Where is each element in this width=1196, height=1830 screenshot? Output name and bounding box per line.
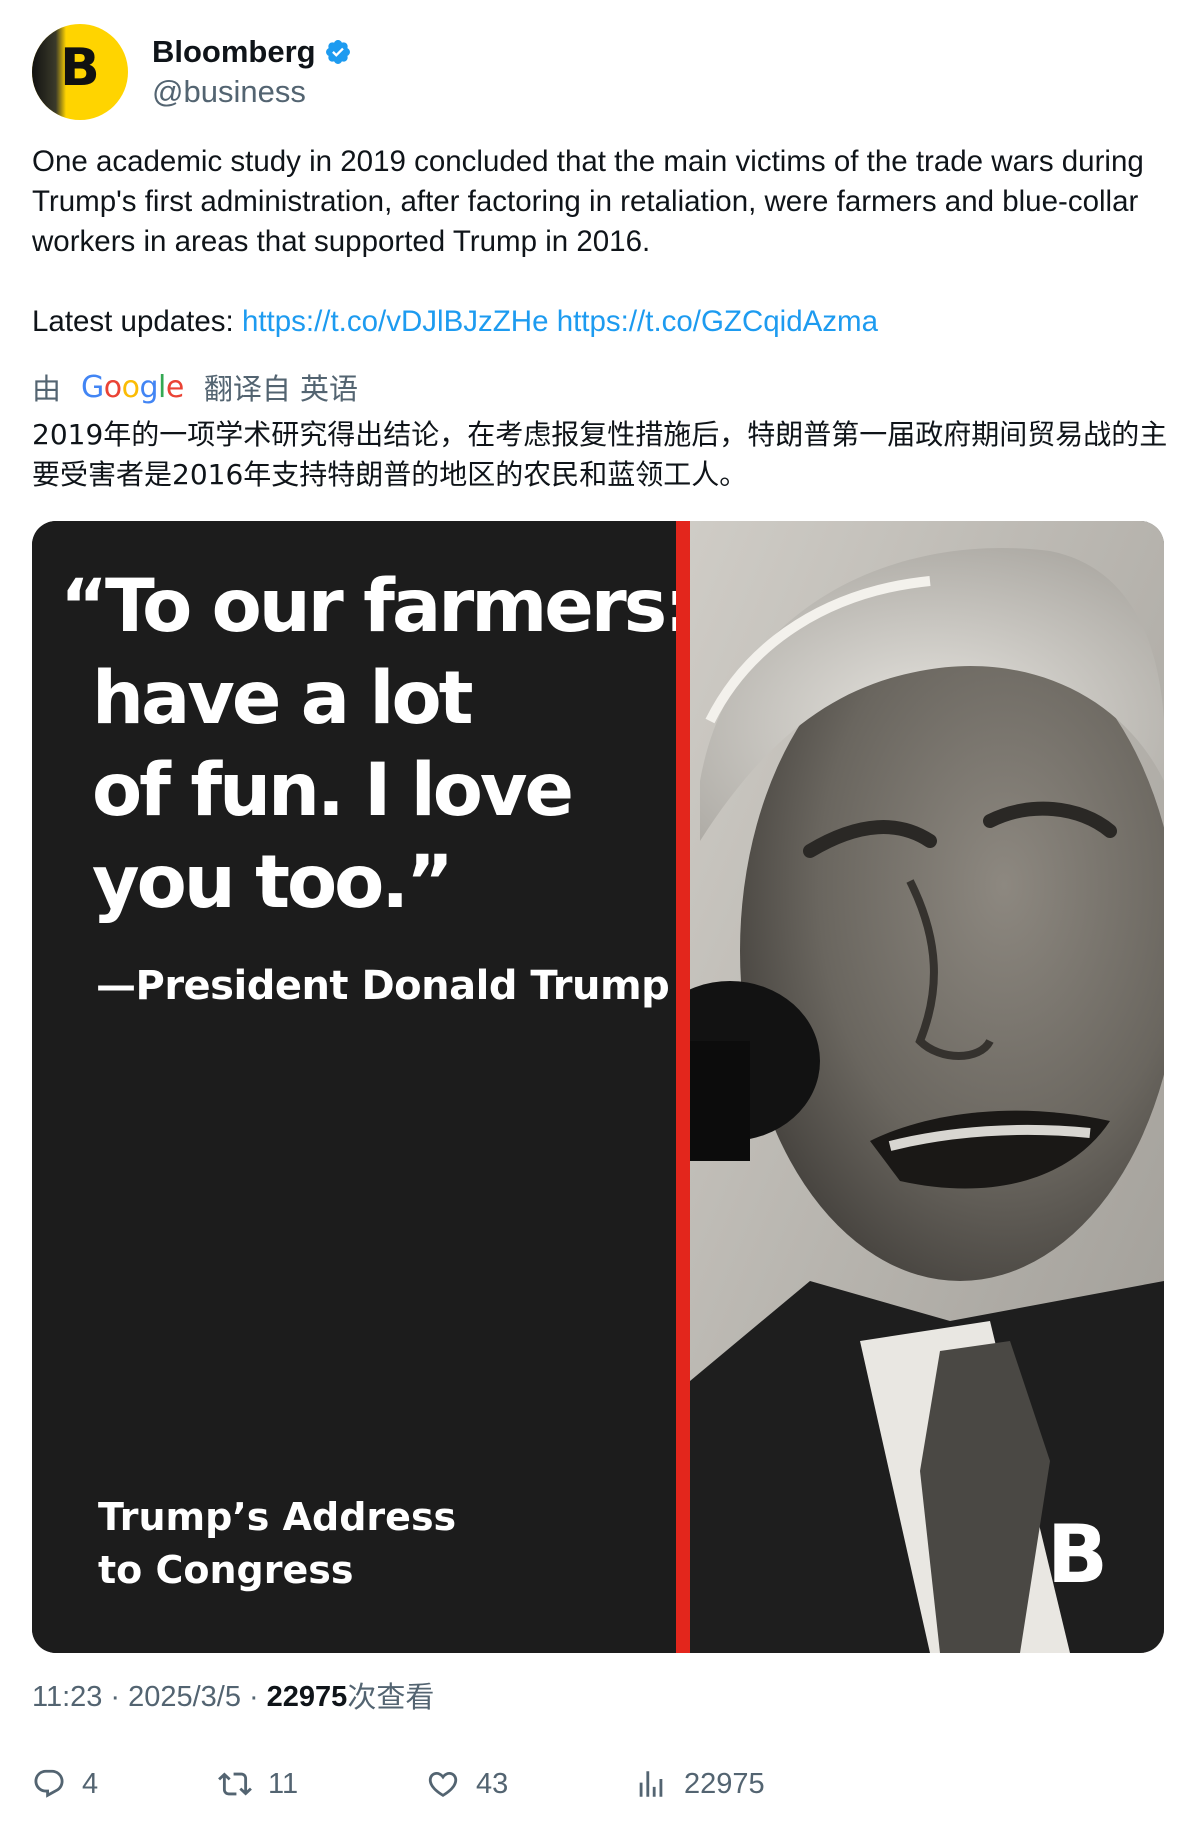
speaker-portrait-illustration [690, 521, 1164, 1653]
avatar[interactable]: B [32, 24, 128, 120]
speaker-photo: B [690, 521, 1164, 1653]
retweet-button[interactable]: 11 [218, 1762, 298, 1806]
event-caption: Trump’s Address to Congress [98, 1491, 456, 1597]
tweet-meta: 11:23 · 2025/3/5 · 22975 次查看 [32, 1677, 434, 1717]
tweet-media-image[interactable]: “To our farmers: have a lot of fun. I lo… [32, 521, 1164, 1653]
tweet-header: B Bloomberg @business [32, 24, 352, 120]
retweet-count: 11 [268, 1767, 299, 1800]
quote-line: you too.” [92, 840, 454, 925]
like-button[interactable]: 43 [426, 1762, 508, 1806]
translated-prefix: 由 [32, 372, 62, 406]
quote-line: of fun. I love [92, 748, 574, 833]
author-info: Bloomberg @business [152, 32, 352, 112]
accent-divider [676, 521, 690, 1653]
separator-dot: · [110, 1681, 121, 1713]
tweet-body: One academic study in 2019 concluded tha… [32, 145, 1144, 258]
reply-button[interactable]: 4 [32, 1762, 98, 1806]
quote-line: “To our farmers: [60, 564, 693, 649]
tweet-link-1[interactable]: https://t.co/vDJlBJzZHe [242, 305, 549, 338]
separator-dot: · [248, 1681, 259, 1713]
tweet-links-line: Latest updates: https://t.co/vDJlBJzZHe … [32, 302, 1172, 342]
reply-icon [34, 1769, 64, 1798]
like-icon [428, 1771, 458, 1797]
event-caption-line: to Congress [98, 1548, 354, 1592]
quote-attribution: —President Donald Trump [96, 963, 670, 1009]
author-handle[interactable]: @business [152, 72, 352, 112]
author-name[interactable]: Bloomberg [152, 32, 316, 72]
views-count: 22975 [684, 1767, 765, 1800]
action-bar: 4 11 43 22975 [32, 1762, 1172, 1806]
view-count: 22975 [266, 1681, 348, 1713]
tweet-link-2[interactable]: https://t.co/GZCqidAzma [557, 305, 878, 338]
retweet-icon [218, 1772, 252, 1796]
translated-by-row[interactable]: 由 Google 翻译自 英语 [32, 366, 358, 408]
translation-text: 2019年的一项学术研究得出结论，在考虑报复性措施后，特朗普第一届政府期间贸易战… [32, 418, 1168, 491]
quote-panel: “To our farmers: have a lot of fun. I lo… [32, 521, 693, 1653]
quote-line: have a lot [92, 656, 474, 741]
quote-text: “To our farmers: have a lot of fun. I lo… [60, 561, 693, 929]
views-icon [639, 1771, 663, 1797]
view-count-label: 次查看 [347, 1680, 435, 1714]
translated-suffix: 翻译自 英语 [203, 372, 359, 406]
tweet-text: One academic study in 2019 concluded tha… [32, 142, 1172, 262]
author-name-row[interactable]: Bloomberg [152, 32, 352, 72]
like-count: 43 [476, 1767, 509, 1800]
google-logo-icon: Google [81, 369, 184, 405]
tweet-time[interactable]: 11:23 [32, 1677, 102, 1717]
latest-label: Latest updates: [32, 305, 242, 338]
tweet-date[interactable]: 2025/3/5 [128, 1677, 241, 1717]
avatar-letter: B [60, 38, 100, 98]
event-caption-line: Trump’s Address [98, 1495, 457, 1539]
brand-mark: B [1047, 1508, 1108, 1601]
verified-badge-icon [325, 40, 350, 64]
views-button[interactable]: 22975 [634, 1762, 765, 1806]
reply-count: 4 [82, 1767, 99, 1800]
